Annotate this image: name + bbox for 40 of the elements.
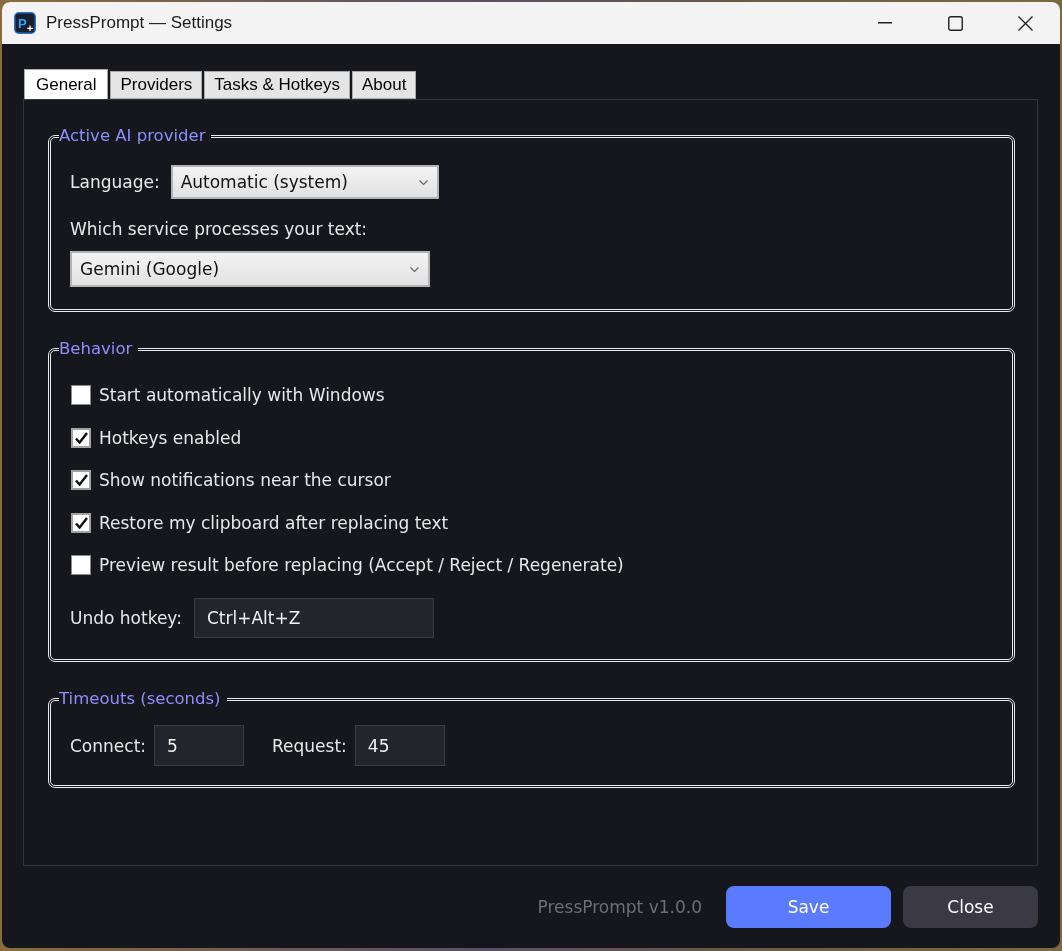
language-dropdown[interactable]: Automatic (system) <box>170 165 439 199</box>
checkmark-icon <box>74 516 88 529</box>
number-field[interactable]: 45 <box>354 725 445 766</box>
chevron-down-icon <box>410 266 419 272</box>
save-button[interactable]: Save <box>726 886 891 928</box>
minimize-icon <box>878 22 892 24</box>
field-label: Connect: <box>70 734 147 757</box>
checkmark-icon <box>74 474 88 486</box>
checkbox[interactable] <box>71 427 91 448</box>
checkbox[interactable] <box>71 385 91 405</box>
checkbox[interactable] <box>71 555 91 575</box>
checkbox-label[interactable]: Start automatically with Windows <box>99 384 385 406</box>
tab[interactable]: General <box>24 69 109 99</box>
field-label: Language: <box>70 171 160 193</box>
field-label: Which service processes your text: <box>70 218 368 240</box>
checkbox[interactable] <box>71 512 91 533</box>
version-text: PressPrompt v1.0.0 <box>537 897 702 917</box>
close-icon <box>1017 15 1033 31</box>
number-field[interactable]: 5 <box>154 725 245 766</box>
maximize-icon <box>947 15 963 31</box>
hotkey-field[interactable]: Ctrl+Alt+Z <box>193 598 434 638</box>
checkbox-label[interactable]: Restore my clipboard after replacing text <box>99 511 449 534</box>
field-label: Request: <box>272 734 347 757</box>
group-title: Timeouts (seconds) <box>59 688 222 710</box>
close-dialog-button[interactable]: Close <box>903 886 1038 928</box>
app-logo: P <box>14 12 36 34</box>
chevron-down-icon <box>418 179 428 185</box>
checkbox-label[interactable]: Hotkeys enabled <box>99 426 242 449</box>
service-dropdown[interactable]: Gemini (Google) <box>70 251 430 287</box>
tab[interactable]: About <box>351 71 417 99</box>
tab[interactable]: Tasks & Hotkeys <box>204 71 350 99</box>
group-title: Behavior <box>59 338 134 360</box>
checkbox-label[interactable]: Preview result before replacing (Accept / Reject / Regenerate) <box>99 554 624 576</box>
checkbox[interactable] <box>71 470 91 490</box>
checkmark-icon <box>74 431 88 444</box>
field-label: Undo hotkey: <box>70 607 182 629</box>
tab[interactable]: Providers <box>110 71 203 99</box>
group-title: Active AI provider <box>59 125 207 147</box>
window-title: PressPrompt — Settings <box>46 13 233 33</box>
checkbox-label[interactable]: Show notifications near the cursor <box>99 469 391 491</box>
